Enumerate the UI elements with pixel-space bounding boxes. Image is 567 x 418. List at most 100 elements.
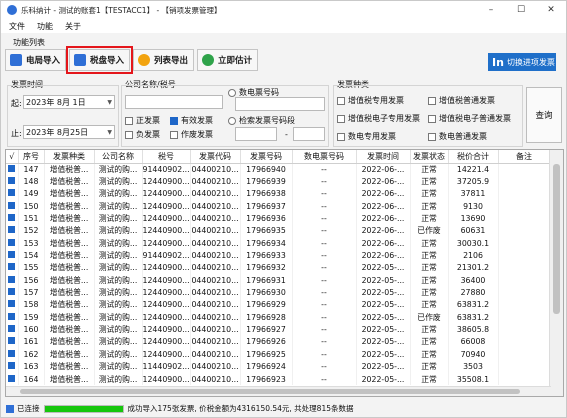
table-row[interactable]: 147 增值税普... 测试的购... 91440902... 04400210... 1… <box>6 163 551 176</box>
table-row[interactable]: 151 增值税普... 测试的购... 12440900... 04400210... 1… <box>6 212 551 225</box>
horizontal-scroll-thumb[interactable] <box>20 389 520 394</box>
row-checkbox[interactable] <box>6 237 19 250</box>
type-vat-special-checkbox[interactable]: 增值税专用发票 <box>337 95 404 106</box>
export-list-button[interactable]: 列表导出 <box>133 49 195 71</box>
table-row[interactable]: 152 增值税普... 测试的购... 12440900... 04400210... 1… <box>6 224 551 238</box>
digital-number-input[interactable] <box>235 97 325 111</box>
table-row[interactable]: 148 增值税普... 测试的购... 12440900... 04400210... 1… <box>6 175 551 188</box>
switch-input-invoice-button[interactable]: In 切换进项发票 <box>488 53 556 71</box>
vertical-scrollbar[interactable] <box>549 150 563 396</box>
table-row[interactable]: 160 增值税普... 测试的购... 12440900... 04400210... 1… <box>6 323 551 336</box>
type-vat-e-normal-checkbox[interactable]: 增值税电子普通发票 <box>428 113 511 124</box>
negative-invoice-checkbox[interactable]: 负发票 <box>125 129 160 140</box>
table-row[interactable]: 162 增值税普... 测试的购... 12440900... 04400210... 1… <box>6 348 551 361</box>
cell-status: 正常 <box>410 372 449 386</box>
row-checkbox[interactable] <box>6 298 19 312</box>
row-checkbox[interactable] <box>6 187 19 201</box>
valid-invoice-checkbox[interactable]: 有效发票 <box>170 115 213 126</box>
company-input[interactable] <box>125 95 223 109</box>
cell-index: 157 <box>18 286 45 299</box>
range-start-input[interactable] <box>235 127 277 141</box>
row-checkbox[interactable] <box>6 274 19 287</box>
row-checkbox[interactable] <box>6 348 19 361</box>
header-taxid[interactable]: 税号 <box>142 150 191 164</box>
type-vat-normal-checkbox[interactable]: 增值税普通发票 <box>428 95 495 106</box>
cell-date: 2022-06-... <box>356 212 411 225</box>
menu-function[interactable]: 功能 <box>37 21 53 32</box>
row-checkbox[interactable] <box>6 360 19 373</box>
menu-about[interactable]: 关于 <box>65 21 81 32</box>
end-date-input[interactable]: 2023年 8月25日 ▼ <box>23 125 115 139</box>
row-checkbox[interactable] <box>6 163 19 176</box>
header-code[interactable]: 发票代码 <box>190 150 241 164</box>
header-remark[interactable]: 备注 <box>498 150 551 164</box>
header-digital-number[interactable]: 数电票号码 <box>292 150 357 164</box>
table-row[interactable]: 163 增值税普... 测试的购... 11440902... 04400210... 1… <box>6 360 551 373</box>
range-end-input[interactable] <box>293 127 325 141</box>
row-checkbox[interactable] <box>6 311 19 324</box>
row-checkbox[interactable] <box>6 261 19 275</box>
header-date[interactable]: 发票时间 <box>356 150 411 164</box>
row-checkbox[interactable] <box>6 372 19 386</box>
estimate-now-button[interactable]: 立即估计 <box>197 49 259 71</box>
cell-taxid: 12440900... <box>142 261 191 275</box>
row-checkbox[interactable] <box>6 323 19 336</box>
cell-total: 30030.1 <box>448 237 499 250</box>
table-row[interactable]: 154 增值税普... 测试的购... 91440902... 04400210... 1… <box>6 249 551 262</box>
query-button[interactable]: 查询 <box>526 87 562 143</box>
header-index[interactable]: 序号 <box>18 150 45 164</box>
table-row[interactable]: 159 增值税普... 测试的购... 12440900... 04400210... 1… <box>6 311 551 324</box>
row-checkbox[interactable] <box>6 249 19 262</box>
table-row[interactable]: 164 增值税普... 测试的购... 12440900... 04400210... 1… <box>6 372 551 386</box>
void-invoice-checkbox[interactable]: 作废发票 <box>170 129 213 140</box>
vertical-scroll-thumb[interactable] <box>553 164 560 314</box>
row-checkbox[interactable] <box>6 224 19 238</box>
type-digital-special-checkbox[interactable]: 数电专用发票 <box>337 131 396 142</box>
table-row[interactable]: 149 增值税普... 测试的购... 12440900... 04400210... 1… <box>6 187 551 201</box>
cell-type: 增值税普... <box>44 237 95 250</box>
header-total[interactable]: 税价合计 <box>448 150 499 164</box>
cell-code: 04400210... <box>190 323 241 336</box>
horizontal-scrollbar[interactable] <box>6 386 551 396</box>
cell-digital-number: -- <box>292 298 357 312</box>
row-checkbox[interactable] <box>6 286 19 299</box>
normal-invoice-checkbox[interactable]: 正发票 <box>125 115 160 126</box>
cell-index: 155 <box>18 261 45 275</box>
row-checkbox[interactable] <box>6 200 19 213</box>
cell-total: 63831.2 <box>448 311 499 324</box>
header-number[interactable]: 发票号码 <box>240 150 293 164</box>
type-digital-normal-checkbox[interactable]: 数电普通发票 <box>428 131 487 142</box>
table-row[interactable]: 150 增值税普... 测试的购... 12440900... 04400210... 1… <box>6 200 551 213</box>
menu-file[interactable]: 文件 <box>9 21 25 32</box>
table-row[interactable]: 158 增值税普... 测试的购... 12440900... 04400210... 1… <box>6 298 551 312</box>
import-etax-button[interactable]: 电局导入 <box>5 49 67 71</box>
start-date-input[interactable]: 2023年 8月 1日 ▼ <box>23 95 115 109</box>
cell-remark <box>498 274 551 287</box>
table-row[interactable]: 156 增值税普... 测试的购... 12440900... 04400210... 1… <box>6 274 551 287</box>
number-range-radio[interactable]: 检索发票号码段 <box>228 115 295 126</box>
header-type[interactable]: 发票种类 <box>44 150 95 164</box>
table-row[interactable]: 153 增值税普... 测试的购... 12440900... 04400210... 1… <box>6 237 551 250</box>
table-row[interactable]: 157 增值税普... 测试的购... 12440900... 04400210... 1… <box>6 286 551 299</box>
type-vat-e-special-checkbox[interactable]: 增值税电子专用发票 <box>337 113 420 124</box>
cell-index: 161 <box>18 335 45 349</box>
minimize-button[interactable]: – <box>476 1 506 19</box>
row-checkbox[interactable] <box>6 212 19 225</box>
table-row[interactable]: 155 增值税普... 测试的购... 12440900... 04400210... 1… <box>6 261 551 275</box>
checkbox-icon <box>125 130 133 139</box>
start-date-value: 2023年 8月 1日 <box>26 97 86 107</box>
header-check[interactable]: √ <box>6 150 19 164</box>
row-checkbox[interactable] <box>6 175 19 188</box>
header-company[interactable]: 公司名称 <box>94 150 143 164</box>
range-dash: - <box>285 130 288 139</box>
maximize-button[interactable]: ☐ <box>506 1 536 19</box>
cell-digital-number: -- <box>292 372 357 386</box>
table-row[interactable]: 161 增值税普... 测试的购... 12440900... 04400210... 1… <box>6 335 551 349</box>
row-checkbox[interactable] <box>6 335 19 349</box>
import-taxdisk-button[interactable]: 税盘导入 <box>66 46 134 74</box>
negative-invoice-label: 负发票 <box>136 130 160 139</box>
close-button[interactable]: ✕ <box>536 1 566 19</box>
cell-status: 已作废 <box>410 311 449 324</box>
header-status[interactable]: 发票状态 <box>410 150 449 164</box>
cell-status: 正常 <box>410 249 449 262</box>
